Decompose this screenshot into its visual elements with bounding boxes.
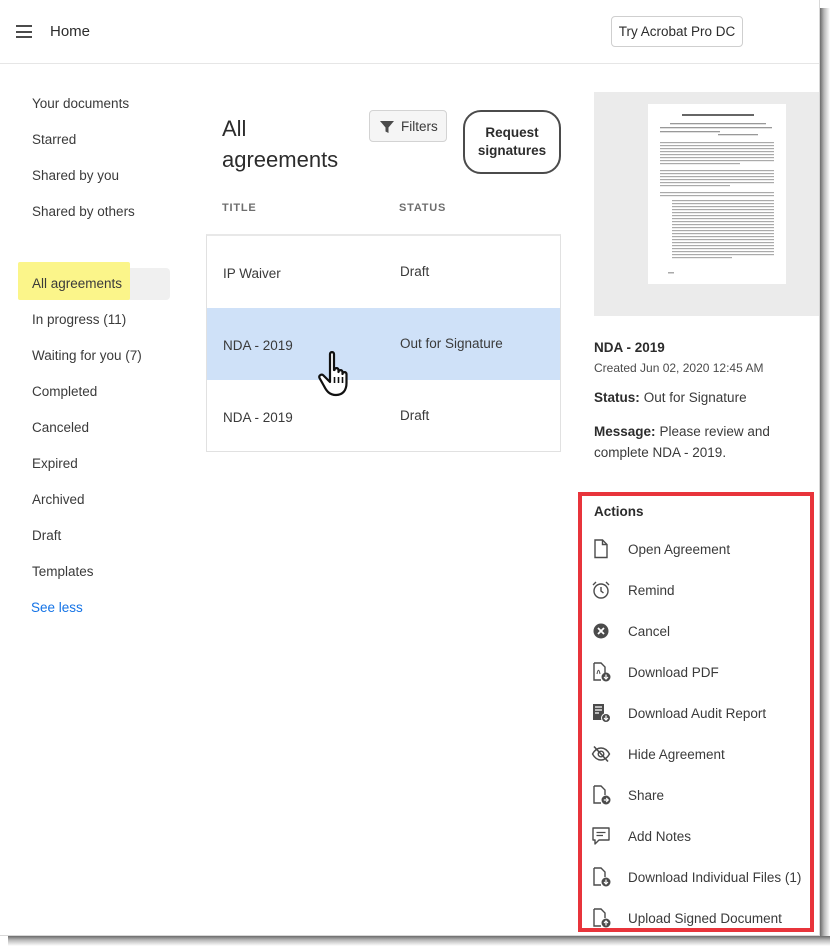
hide-eye-icon bbox=[591, 745, 611, 763]
detail-message: Message: Please review and complete NDA -… bbox=[594, 421, 819, 463]
sidebar-item-draft[interactable]: Draft bbox=[32, 528, 61, 543]
top-bar: Home Try Acrobat Pro DC bbox=[0, 0, 819, 64]
column-header-status[interactable]: STATUS bbox=[399, 202, 446, 214]
action-download-pdf[interactable]: Download PDF bbox=[590, 661, 810, 685]
share-document-icon bbox=[593, 785, 611, 805]
see-less-link[interactable]: See less bbox=[31, 600, 83, 615]
action-remind[interactable]: Remind bbox=[590, 579, 810, 603]
filter-funnel-icon bbox=[380, 121, 394, 133]
table-row[interactable]: NDA - 2019 Draft bbox=[207, 380, 560, 452]
row-status: Draft bbox=[400, 408, 430, 423]
upload-document-icon bbox=[593, 908, 611, 928]
action-share[interactable]: Share bbox=[590, 784, 810, 808]
hand-pointer-cursor-icon bbox=[318, 351, 348, 397]
sidebar-item-all-agreements[interactable]: All agreements bbox=[32, 276, 122, 291]
action-cancel[interactable]: Cancel bbox=[590, 620, 810, 644]
cancel-circle-icon bbox=[593, 623, 609, 639]
try-acrobat-pro-button[interactable]: Try Acrobat Pro DC bbox=[611, 16, 743, 47]
document-page-graphic bbox=[660, 114, 774, 274]
alarm-clock-icon bbox=[592, 581, 610, 599]
document-icon bbox=[594, 539, 608, 559]
row-status: Out for Signature bbox=[400, 336, 503, 351]
sidebar-item-waiting-for-you[interactable]: Waiting for you (7) bbox=[32, 348, 142, 363]
filters-button[interactable]: Filters bbox=[369, 110, 447, 142]
status-value: Out for Signature bbox=[643, 390, 747, 405]
request-signatures-button[interactable]: Request signatures bbox=[463, 110, 561, 174]
sidebar-item-shared-by-others[interactable]: Shared by others bbox=[32, 204, 135, 219]
filters-label: Filters bbox=[401, 119, 438, 134]
detail-title: NDA - 2019 bbox=[594, 340, 665, 355]
agreements-list-title: All agreements bbox=[222, 116, 339, 172]
column-header-title[interactable]: TITLE bbox=[222, 202, 257, 214]
row-title: NDA - 2019 bbox=[223, 338, 293, 353]
window-shadow-bottom bbox=[8, 936, 830, 946]
action-open-agreement[interactable]: Open Agreement bbox=[590, 538, 810, 562]
sidebar-item-canceled[interactable]: Canceled bbox=[32, 420, 89, 435]
page-title: Home bbox=[50, 23, 91, 40]
window-shadow-right bbox=[820, 8, 830, 946]
document-thumbnail[interactable] bbox=[648, 104, 786, 284]
action-download-individual-files[interactable]: Download Individual Files (1) bbox=[590, 866, 810, 890]
agreements-table: IP Waiver Draft NDA - 2019 Out for Signa… bbox=[206, 234, 561, 452]
detail-created-date: Created Jun 02, 2020 12:45 AM bbox=[594, 361, 764, 375]
sidebar-item-expired[interactable]: Expired bbox=[32, 456, 78, 471]
action-upload-signed-document[interactable]: Upload Signed Document bbox=[590, 907, 810, 931]
action-add-notes[interactable]: Add Notes bbox=[590, 825, 810, 849]
download-files-icon bbox=[593, 867, 611, 887]
sidebar-item-completed[interactable]: Completed bbox=[32, 384, 97, 399]
sidebar-item-starred[interactable]: Starred bbox=[32, 132, 76, 147]
download-pdf-icon bbox=[593, 662, 611, 682]
sidebar-item-in-progress[interactable]: In progress (11) bbox=[32, 312, 126, 327]
table-row[interactable]: IP Waiver Draft bbox=[207, 236, 560, 308]
sidebar-item-your-documents[interactable]: Your documents bbox=[32, 96, 129, 111]
row-title: IP Waiver bbox=[223, 266, 281, 281]
hamburger-menu-icon[interactable] bbox=[16, 25, 32, 38]
download-report-icon bbox=[593, 704, 611, 723]
action-download-audit-report[interactable]: Download Audit Report bbox=[590, 702, 810, 726]
table-row-selected[interactable]: NDA - 2019 Out for Signature bbox=[207, 308, 560, 380]
row-title: NDA - 2019 bbox=[223, 410, 293, 425]
row-status: Draft bbox=[400, 264, 430, 279]
actions-heading: Actions bbox=[594, 504, 644, 519]
message-label: Message: bbox=[594, 424, 656, 439]
status-label: Status: bbox=[594, 390, 640, 405]
sidebar-item-shared-by-you[interactable]: Shared by you bbox=[32, 168, 119, 183]
sidebar-item-templates[interactable]: Templates bbox=[32, 564, 94, 579]
sidebar-item-archived[interactable]: Archived bbox=[32, 492, 85, 507]
detail-status: Status: Out for Signature bbox=[594, 390, 747, 405]
action-hide-agreement[interactable]: Hide Agreement bbox=[590, 743, 810, 767]
notes-icon bbox=[592, 827, 610, 845]
app-window: Home Try Acrobat Pro DC Your documents S… bbox=[0, 0, 820, 936]
